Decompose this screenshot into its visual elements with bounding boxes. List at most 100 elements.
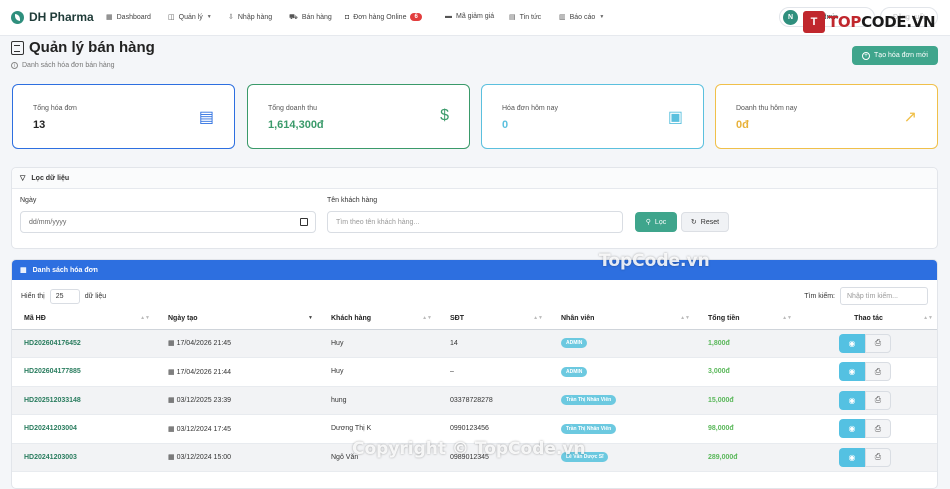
- table-search-input[interactable]: Nhập tìm kiếm...: [840, 287, 928, 305]
- date-input[interactable]: dd/mm/yyyy: [20, 211, 316, 233]
- view-button[interactable]: ◉: [839, 333, 865, 353]
- create-invoice-button[interactable]: + Tạo hóa đơn mới: [852, 46, 938, 65]
- column-header-staff[interactable]: Nhân viên ▲▼: [549, 309, 696, 330]
- customer-cell: Huy: [319, 329, 438, 358]
- stat-card-total-invoices: Tổng hóa đơn 13 ▤: [12, 84, 235, 149]
- row-actions: ◉ ⎙: [839, 333, 937, 353]
- print-button[interactable]: ⎙: [865, 333, 891, 353]
- phone-cell: 14: [438, 329, 549, 358]
- invoice-code-cell[interactable]: HD20241203003: [12, 443, 156, 472]
- view-button[interactable]: ◉: [839, 419, 865, 439]
- actions-cell: ◉ ⎙: [798, 443, 937, 472]
- nav-item-nhap-hang[interactable]: ⇩ Nhập hàng: [228, 13, 272, 22]
- invoice-list-header: ▦ Danh sách hóa đơn: [12, 260, 937, 280]
- stat-value: 1,614,300đ: [268, 119, 324, 131]
- column-header-label: Nhân viên: [561, 315, 595, 323]
- printer-icon: ⎙: [874, 395, 882, 405]
- printer-icon: ⎙: [874, 338, 882, 348]
- reset-button[interactable]: ↻ Reset: [681, 212, 729, 232]
- customer-search-input[interactable]: Tìm theo tên khách hàng...: [327, 211, 623, 233]
- column-header-label: Khách hàng: [331, 315, 372, 323]
- invoice-code-link[interactable]: HD202512033148: [24, 397, 81, 404]
- info-icon: i: [11, 62, 18, 69]
- column-header-customer[interactable]: Khách hàng ▲▼: [319, 309, 438, 330]
- invoice-code-cell[interactable]: HD202604177885: [12, 357, 156, 387]
- sort-icon: ▲▼: [533, 315, 543, 321]
- total-value: 289,000đ: [708, 453, 738, 461]
- invoice-code-cell[interactable]: HD20241203004: [12, 414, 156, 444]
- brand-logo[interactable]: DH Pharma: [11, 10, 94, 24]
- print-button[interactable]: ⎙: [865, 447, 891, 467]
- nav-item-quan-ly[interactable]: ◫ Quản lý ▼: [168, 13, 212, 22]
- entries-select[interactable]: 25: [49, 289, 80, 304]
- nav-item-label: Báo cáo: [569, 13, 596, 21]
- sort-desc-icon: ▼: [308, 315, 313, 321]
- staff-cell: ADMIN: [549, 329, 696, 358]
- nav-item-label: Bán hàng: [301, 14, 332, 21]
- column-header-code[interactable]: Mã HĐ ▲▼: [12, 309, 156, 330]
- nav-item-ban-hang[interactable]: ⛟ Bán hàng: [289, 13, 332, 22]
- invoice-code-link[interactable]: HD20241203004: [24, 425, 77, 432]
- eye-icon: ◉: [848, 395, 856, 405]
- invoice-code-link[interactable]: HD202604177885: [24, 368, 81, 375]
- total-cell: 15,000đ: [696, 386, 798, 415]
- print-button[interactable]: ⎙: [865, 362, 891, 382]
- total-cell: 289,000đ: [696, 443, 798, 472]
- view-button[interactable]: ◉: [839, 447, 865, 467]
- dollar-icon: $: [440, 107, 449, 124]
- chart-icon: ▥: [559, 14, 566, 21]
- nav-item-ma-giam-gia[interactable]: ▬ Mã giảm giá: [445, 13, 494, 20]
- sort-icon: ▲▼: [782, 315, 792, 321]
- table-header-row: Mã HĐ ▲▼ Ngày tạo ▼ Khách hàng ▲▼ SĐT ▲▼ Nhâ…: [12, 309, 937, 330]
- invoice-code-link[interactable]: HD20241203003: [24, 454, 77, 461]
- watermark-logo-text: TOPCODE.VN: [828, 13, 936, 31]
- ticket-icon: ▬: [445, 13, 452, 20]
- column-header-label: Tổng tiền: [708, 315, 740, 323]
- column-header-actions[interactable]: Thao tác ▲▼: [798, 309, 937, 330]
- row-actions: ◉ ⎙: [839, 390, 937, 410]
- dashboard-icon: ▦: [106, 14, 113, 21]
- column-header-date[interactable]: Ngày tạo ▼: [156, 309, 319, 330]
- nav-item-bao-cao[interactable]: ▥ Báo cáo ▼: [559, 13, 604, 22]
- staff-badge: Trần Thị Nhân Viên: [561, 395, 617, 406]
- calendar-icon: ▦: [168, 368, 175, 376]
- calendar-icon: ▦: [168, 425, 175, 433]
- total-value: 98,000đ: [708, 425, 734, 433]
- view-button[interactable]: ◉: [839, 362, 865, 382]
- total-value: 1,800đ: [708, 339, 730, 347]
- column-header-phone[interactable]: SĐT ▲▼: [438, 309, 549, 330]
- nav-item-dashboard[interactable]: ▦ Dashboard: [106, 13, 151, 22]
- invoice-code-link[interactable]: HD202604176452: [24, 340, 81, 347]
- date-cell: ▦ 03/12/2024 17:45: [156, 414, 319, 444]
- staff-badge: ADMIN: [561, 338, 588, 349]
- column-header-label: Thao tác: [854, 315, 883, 323]
- stat-label: Tổng hóa đơn: [33, 105, 77, 112]
- filter-header: ▽ Lọc dữ liệu: [12, 168, 937, 189]
- leaf-icon: [11, 10, 24, 24]
- watermark-logo-part: CODE.VN: [861, 13, 936, 31]
- stat-label: Doanh thu hôm nay: [736, 105, 798, 112]
- topcode-logo-icon: T: [803, 11, 825, 33]
- calendar-icon: ▦: [168, 454, 175, 462]
- total-cell: 3,000đ: [696, 357, 798, 387]
- eye-icon: ◉: [848, 452, 856, 462]
- nav-item-tin-tuc[interactable]: ▤ Tin tức: [509, 13, 542, 22]
- total-value: 3,000đ: [708, 368, 730, 376]
- nav-item-label: Tin tức: [519, 13, 542, 21]
- invoice-code-cell[interactable]: HD202604176452: [12, 329, 156, 358]
- table-icon: ▦: [20, 267, 27, 274]
- column-header-total[interactable]: Tổng tiền ▲▼: [696, 309, 798, 330]
- actions-cell: ◉ ⎙: [798, 357, 937, 387]
- invoice-code-cell[interactable]: HD202512033148: [12, 386, 156, 415]
- phone-cell: –: [438, 357, 549, 387]
- filter-title: Lọc dữ liệu: [31, 174, 70, 182]
- view-button[interactable]: ◉: [839, 390, 865, 410]
- filter-button[interactable]: ⚲ Lọc: [635, 212, 677, 232]
- print-button[interactable]: ⎙: [865, 419, 891, 439]
- print-button[interactable]: ⎙: [865, 390, 891, 410]
- nav-item-don-hang-online[interactable]: ◘ Đơn hàng Online 6: [345, 13, 422, 21]
- column-header-label: Ngày tạo: [168, 315, 198, 323]
- calendar-icon[interactable]: [300, 218, 308, 226]
- actions-cell: ◉ ⎙: [798, 329, 937, 358]
- nav-item-label: Dashboard: [116, 13, 151, 21]
